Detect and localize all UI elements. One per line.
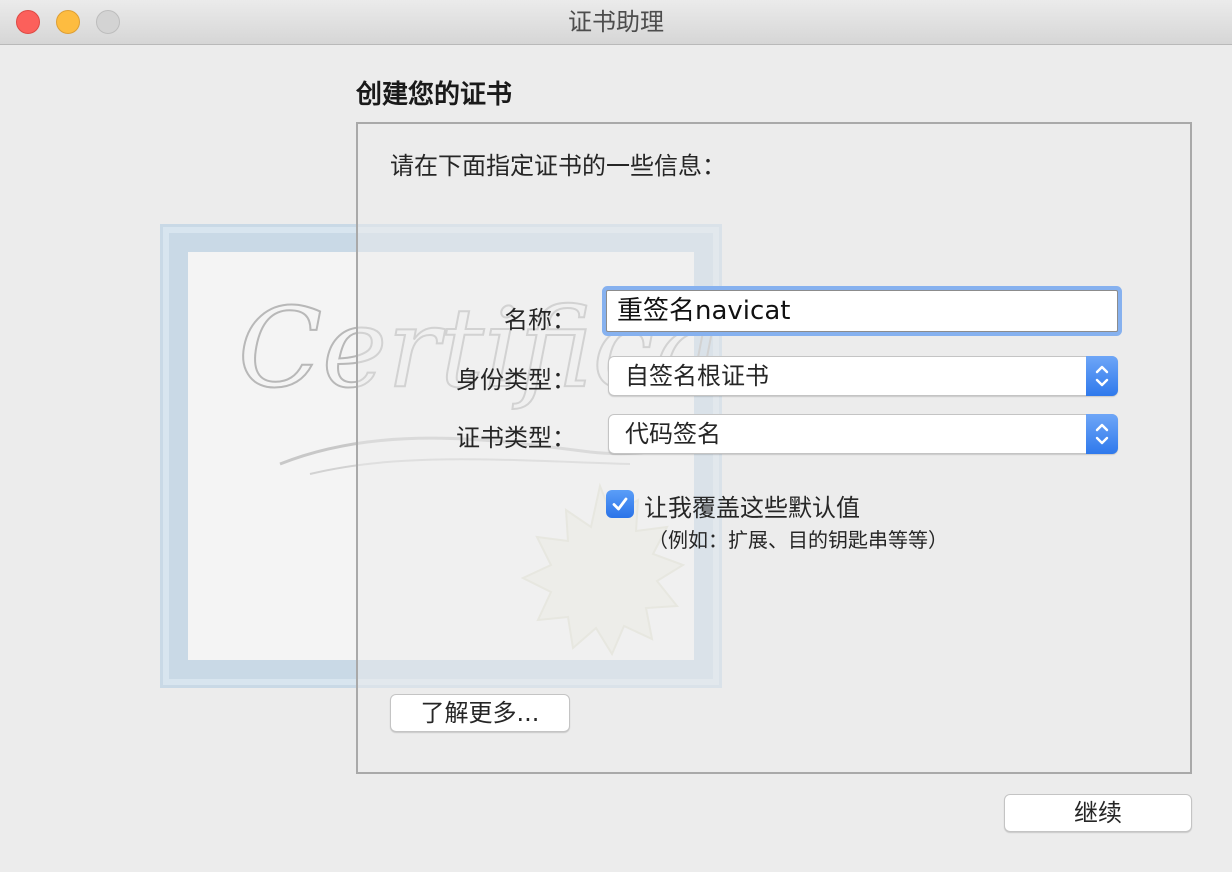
name-field[interactable]: 重签名navicat [606, 290, 1118, 332]
certificate-type-label: 证书类型： [456, 424, 576, 452]
override-defaults-checkbox[interactable] [606, 490, 634, 518]
page-title: 创建您的证书 [356, 80, 513, 110]
continue-button[interactable]: 继续 [1004, 794, 1192, 832]
popup-chevron-icon [1086, 414, 1118, 454]
override-defaults-label[interactable]: 让我覆盖这些默认值 [644, 488, 860, 523]
form-panel: 请在下面指定证书的一些信息： 名称： 重签名navicat 身份类型： 自签名根… [356, 122, 1192, 774]
identity-type-popup[interactable]: 自签名根证书 [608, 356, 1118, 396]
title-bar: 证书助理 [0, 0, 1232, 45]
window-title: 证书助理 [568, 8, 664, 36]
certificate-assistant-window: 证书助理 创建您的证书 Certificate 请在下面指定证书的一些信息： 名… [0, 0, 1232, 872]
popup-chevron-icon [1086, 356, 1118, 396]
override-defaults-hint: （例如：扩展、目的钥匙串等等） [648, 528, 948, 552]
identity-type-value: 自签名根证书 [625, 362, 769, 390]
identity-type-label: 身份类型： [456, 366, 576, 394]
instructions-text: 请在下面指定证书的一些信息： [390, 152, 726, 180]
learn-more-button[interactable]: 了解更多... [390, 694, 570, 732]
certificate-type-popup[interactable]: 代码签名 [608, 414, 1118, 454]
name-label: 名称： [504, 306, 576, 334]
checkmark-icon [612, 497, 628, 511]
certificate-type-value: 代码签名 [625, 420, 721, 448]
